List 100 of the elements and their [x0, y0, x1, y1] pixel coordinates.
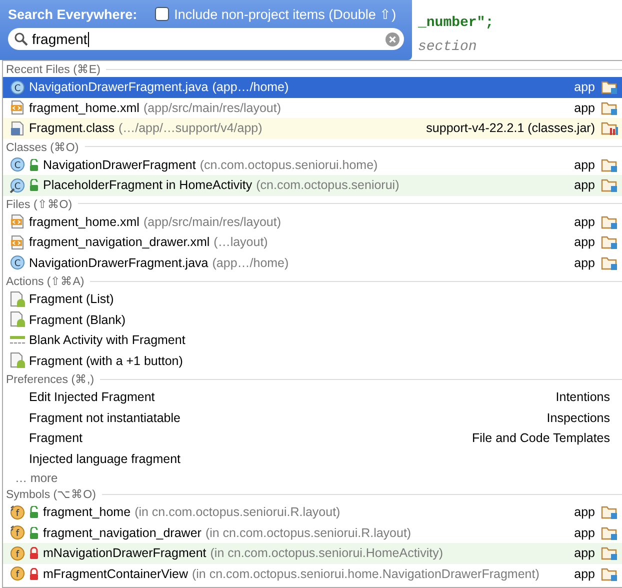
result-row[interactable]: f mNavigationDrawerFragment (in cn.com.octopus.seniorui.HomeActivity) app — [3, 543, 622, 564]
result-name: Blank Activity with Fragment — [29, 333, 186, 348]
result-row[interactable]: fragment_home.xml (app/src/main/res/layout) app — [3, 212, 622, 232]
result-row[interactable]: C PlaceholderFragment in HomeActivity (cn.com.octopus.seniorui) app — [3, 175, 622, 196]
result-row[interactable]: Injected language fragment — [3, 448, 622, 469]
result-row[interactable]: Fragment (List) — [3, 289, 622, 310]
result-path: (in cn.com.octopus.seniorui.R.layout) — [134, 505, 340, 520]
result-row[interactable]: C NavigationDrawerFragment.java (app…/home) app — [3, 252, 622, 273]
section-header: Preferences (⌘,) — [6, 373, 94, 386]
xml-file-icon — [10, 214, 25, 230]
section-header: Symbols (⌥⌘O) — [6, 488, 96, 501]
result-name: Fragment (List) — [29, 292, 114, 306]
result-name: Fragment (with a +1 button) — [29, 354, 183, 368]
result-path: (in cn.com.octopus.seniorui.HomeActivity) — [210, 546, 443, 560]
result-location: app — [574, 158, 595, 172]
result-name: fragment_home — [43, 505, 131, 520]
result-row[interactable]: Fragment File and Code Templates — [3, 428, 622, 448]
section-header: Classes (⌘O) — [6, 140, 79, 154]
module-folder-icon — [601, 256, 618, 270]
result-row[interactable]: C NavigationDrawerFragment (cn.com.octopus.seniorui.home) app — [3, 154, 622, 175]
result-name: Injected language fragment — [29, 452, 180, 466]
android-file-icon — [10, 352, 25, 370]
class-file-icon — [10, 120, 25, 136]
result-name: NavigationDrawerFragment — [43, 158, 196, 172]
result-path: (cn.com.octopus.seniorui) — [256, 178, 400, 192]
module-folder-icon — [601, 214, 618, 229]
popup-title: Search Everywhere: — [8, 6, 138, 22]
inner-class-icon: C — [10, 178, 25, 193]
result-location: app — [574, 256, 595, 270]
static-field-icon: f — [10, 525, 25, 540]
android-file-icon — [10, 311, 25, 328]
result-location: support-v4-22.2.1 (classes.jar) — [426, 121, 595, 136]
section-header: Files (⇧⌘O) — [6, 198, 72, 210]
result-name: fragment_home.xml — [29, 214, 140, 229]
result-name: Fragment — [29, 431, 82, 446]
clear-icon[interactable] — [385, 32, 400, 46]
result-name: NavigationDrawerFragment.java — [29, 80, 208, 94]
module-folder-icon — [601, 80, 618, 94]
result-location: app — [574, 526, 595, 540]
more-link[interactable]: … more — [3, 469, 58, 486]
module-folder-icon — [601, 178, 618, 192]
result-location: app — [574, 100, 595, 115]
search-field[interactable]: fragment — [8, 28, 404, 50]
result-row[interactable]: fragment_navigation_drawer.xml (…layout) app — [3, 232, 622, 252]
result-row[interactable]: fragment_home.xml (app/src/main/res/layout) app — [3, 98, 622, 118]
result-name: fragment_home.xml — [29, 100, 140, 115]
result-row[interactable]: f mFragmentContainerView (in cn.com.octopus.seniorui.home.NavigationDrawerFragment) app — [3, 564, 622, 584]
android-file-icon — [10, 290, 25, 308]
result-row[interactable]: f fragment_home (in cn.com.octopus.seniorui.R.layout) app — [3, 502, 622, 522]
result-location: app — [574, 505, 595, 520]
module-folder-icon — [601, 526, 618, 540]
field-icon: f — [10, 566, 25, 582]
result-location: Inspections — [546, 410, 610, 425]
result-row[interactable]: f fragment_navigation_drawer (in cn.com.octopus.seniorui.R.layout) app — [3, 522, 622, 543]
result-name: fragment_navigation_drawer — [43, 526, 202, 540]
result-path: (app…/home) — [212, 80, 289, 94]
module-folder-icon — [601, 505, 618, 520]
class-icon: C — [10, 255, 25, 270]
code-line: section — [418, 39, 477, 55]
module-folder-icon — [601, 546, 618, 560]
module-folder-icon — [601, 100, 618, 115]
section-header: Actions (⇧⌘A) — [6, 275, 84, 288]
xml-file-icon — [10, 100, 25, 116]
result-name: Fragment not instantiatable — [29, 410, 180, 425]
result-row[interactable]: Edit Injected Fragment Intentions — [3, 387, 622, 408]
result-row[interactable]: Fragment not instantiatable Inspections — [3, 408, 622, 428]
result-row[interactable]: Fragment (Blank) — [3, 310, 622, 330]
result-path: (in cn.com.octopus.seniorui.R.layout) — [205, 526, 412, 540]
result-location: app — [574, 178, 595, 192]
result-path: (app/src/main/res/layout) — [143, 214, 282, 229]
library-folder-icon — [601, 121, 618, 136]
result-name: PlaceholderFragment in HomeActivity — [43, 178, 252, 192]
checkbox-icon[interactable] — [155, 7, 170, 21]
result-row[interactable]: Blank Activity with Fragment — [3, 330, 622, 350]
result-path: (app…/home) — [212, 256, 289, 270]
result-row[interactable]: Fragment.class (…/app/…support/v4/app) support-v4-22.2.1 (classes.jar) — [3, 118, 622, 138]
xml-file-icon — [10, 234, 25, 250]
result-path: (…/app/…support/v4/app) — [118, 121, 262, 136]
field-icon: f — [10, 546, 25, 561]
code-line: _number"; — [418, 15, 494, 31]
result-path: (in cn.com.octopus.seniorui.home.NavigationDrawerFragment) — [192, 566, 540, 581]
module-folder-icon — [601, 566, 618, 581]
result-path: (…layout) — [214, 235, 268, 250]
result-name: mNavigationDrawerFragment — [43, 546, 206, 560]
class-icon: C — [10, 80, 25, 95]
result-path: (app/src/main/res/layout) — [143, 100, 282, 115]
result-name: mFragmentContainerView — [43, 566, 188, 581]
module-folder-icon — [601, 235, 618, 250]
result-path: (cn.com.octopus.seniorui.home) — [200, 158, 378, 172]
result-name: Fragment (Blank) — [29, 312, 126, 327]
class-icon: C — [10, 157, 25, 172]
result-location: Intentions — [556, 390, 610, 404]
search-icon — [14, 32, 28, 46]
result-row[interactable]: C NavigationDrawerFragment.java (app…/home) app — [3, 77, 622, 98]
result-location: File and Code Templates — [472, 431, 610, 446]
result-location: app — [574, 235, 595, 250]
result-location: app — [574, 546, 595, 560]
result-location: app — [574, 566, 595, 581]
result-name: NavigationDrawerFragment.java — [29, 256, 208, 270]
result-row[interactable]: Fragment (with a +1 button) — [3, 350, 622, 371]
